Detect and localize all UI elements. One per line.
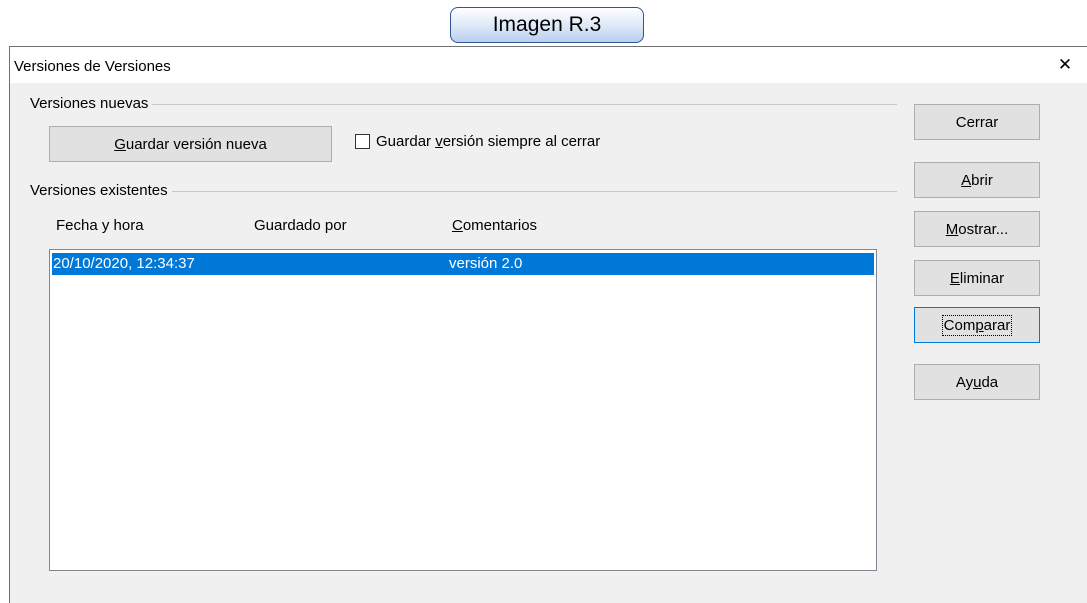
- save-new-version-label: Guardar versión nueva: [114, 135, 267, 153]
- existing-versions-label: Versiones existentes: [30, 182, 172, 199]
- versions-dialog: Versiones de Versiones ✕ Versiones nueva…: [9, 46, 1087, 603]
- column-header-date[interactable]: Fecha y hora: [56, 217, 144, 234]
- delete-label: Eliminar: [949, 269, 1005, 287]
- dialog-title: Versiones de Versiones: [14, 58, 171, 75]
- new-versions-label: Versiones nuevas: [30, 95, 153, 112]
- compare-button[interactable]: Comparar: [914, 307, 1040, 343]
- column-header-comments[interactable]: Comentarios: [452, 217, 537, 234]
- column-header-saved-by[interactable]: Guardado por: [254, 217, 347, 234]
- title-bar: Versiones de Versiones ✕: [10, 47, 1087, 83]
- close-button[interactable]: ✕: [1043, 47, 1087, 83]
- close-icon: ✕: [1057, 55, 1073, 74]
- always-save-option[interactable]: Guardar versión siempre al cerrar: [355, 133, 600, 150]
- help-button[interactable]: Ayuda: [914, 364, 1040, 400]
- versions-list[interactable]: 20/10/2020, 12:34:37 versión 2.0: [49, 249, 877, 571]
- always-save-label: Guardar versión siempre al cerrar: [376, 133, 601, 150]
- save-new-version-button[interactable]: Guardar versión nueva: [49, 126, 332, 162]
- always-save-checkbox[interactable]: [355, 134, 370, 149]
- compare-label: Comparar: [941, 314, 1013, 336]
- version-date: 20/10/2020, 12:34:37: [53, 255, 195, 272]
- figure-caption: Imagen R.3: [450, 7, 644, 43]
- show-label: Mostrar...: [945, 220, 1009, 238]
- open-label: Abrir: [961, 171, 993, 189]
- version-row[interactable]: 20/10/2020, 12:34:37 versión 2.0: [52, 253, 874, 275]
- version-comments: versión 2.0: [449, 255, 523, 272]
- open-button[interactable]: Abrir: [914, 162, 1040, 198]
- new-versions-separator: [30, 104, 897, 105]
- close-dialog-button[interactable]: Cerrar: [914, 104, 1040, 140]
- show-button[interactable]: Mostrar...: [914, 211, 1040, 247]
- close-dialog-label: Cerrar: [955, 113, 999, 131]
- delete-button[interactable]: Eliminar: [914, 260, 1040, 296]
- help-label: Ayuda: [955, 373, 999, 391]
